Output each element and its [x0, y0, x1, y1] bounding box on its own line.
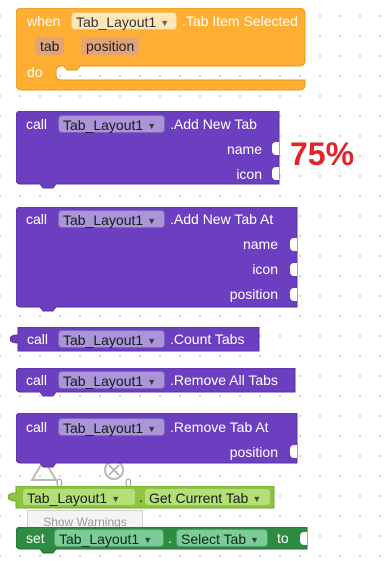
method-label: .Add New Tab At [170, 211, 274, 227]
chevron-down-icon: ▼ [147, 216, 157, 226]
param-position[interactable]: position [81, 37, 140, 55]
property-label: Select Tab [181, 531, 247, 547]
event-component-label: Tab_Layout1 [76, 14, 157, 30]
method-label: .Count Tabs [170, 331, 245, 347]
input-socket-name[interactable] [272, 142, 279, 155]
component-label: Tab_Layout1 [63, 117, 144, 133]
input-socket-position[interactable] [290, 445, 297, 458]
call-keyword: call [27, 331, 49, 347]
chevron-down-icon: ▼ [252, 494, 262, 504]
chevron-down-icon: ▼ [147, 377, 157, 387]
set-keyword: set [26, 530, 45, 546]
component-dropdown[interactable]: Tab_Layout1 ▼ [22, 488, 136, 506]
add-new-tab-at-block[interactable]: call Tab_Layout1 ▼ .Add New Tab At name i… [16, 207, 306, 315]
count-tabs-block[interactable]: call Tab_Layout1 ▼ .Count Tabs [10, 327, 264, 353]
call-keyword: call [26, 419, 48, 435]
component-label: Tab_Layout1 [63, 373, 144, 389]
arg-name-label: name [226, 141, 262, 157]
component-label: Tab_Layout1 [27, 490, 108, 506]
method-label: .Remove Tab At [170, 419, 269, 435]
chevron-down-icon: ▼ [147, 336, 157, 346]
call-keyword: call [26, 211, 48, 227]
component-label: Tab_Layout1 [59, 531, 140, 547]
component-dropdown[interactable]: Tab_Layout1 ▼ [58, 418, 165, 436]
component-label: Tab_Layout1 [63, 420, 144, 436]
add-new-tab-block[interactable]: call Tab_Layout1 ▼ .Add New Tab name icon [16, 111, 286, 191]
method-label: .Remove All Tabs [170, 372, 278, 388]
arg-icon-label: icon [252, 261, 278, 277]
chevron-down-icon: ▼ [147, 121, 157, 131]
get-current-tab-block[interactable]: Tab_Layout1 ▼ . Get Current Tab ▼ [8, 486, 280, 512]
do-keyword: do [27, 64, 43, 80]
when-keyword: when [27, 13, 61, 29]
method-label: .Add New Tab [170, 116, 257, 132]
input-socket-icon[interactable] [290, 263, 297, 276]
component-dropdown[interactable]: Tab_Layout1 ▼ [58, 371, 165, 389]
component-dropdown[interactable]: Tab_Layout1 ▼ [58, 210, 165, 228]
param-tab[interactable]: tab [35, 37, 65, 55]
call-keyword: call [26, 116, 48, 132]
component-dropdown[interactable]: Tab_Layout1 ▼ [58, 330, 165, 348]
call-keyword: call [26, 372, 48, 388]
dot-separator: . [139, 489, 143, 505]
arg-name-label: name [242, 236, 278, 252]
property-dropdown[interactable]: Select Tab ▼ [176, 529, 268, 547]
to-keyword: to [277, 530, 289, 546]
input-socket-position[interactable] [290, 288, 297, 301]
input-socket-to[interactable] [300, 532, 307, 545]
remove-all-tabs-block[interactable]: call Tab_Layout1 ▼ .Remove All Tabs [16, 368, 300, 398]
chevron-down-icon: ▼ [143, 535, 153, 545]
event-name-label: .Tab Item Selected [182, 13, 298, 29]
event-component-dropdown[interactable]: Tab_Layout1 ▼ [71, 12, 177, 30]
chevron-down-icon: ▼ [111, 494, 121, 504]
arg-icon-label: icon [236, 166, 262, 182]
chevron-down-icon: ▼ [250, 535, 260, 545]
input-socket-icon[interactable] [272, 167, 279, 180]
dot-separator: . [168, 530, 172, 546]
event-tab-item-selected-block[interactable]: when Tab_Layout1 ▼ .Tab Item Selected tab… [16, 8, 316, 92]
component-dropdown[interactable]: Tab_Layout1 ▼ [58, 115, 165, 133]
chevron-down-icon: ▼ [160, 18, 170, 28]
remove-tab-at-block[interactable]: call Tab_Layout1 ▼ .Remove Tab At positio… [16, 413, 306, 469]
property-label: Get Current Tab [149, 490, 249, 506]
property-dropdown[interactable]: Get Current Tab ▼ [144, 488, 271, 506]
progress-badge: 75% [290, 136, 355, 172]
component-dropdown[interactable]: Tab_Layout1 ▼ [54, 529, 164, 547]
input-socket-name[interactable] [290, 238, 297, 251]
component-label: Tab_Layout1 [63, 212, 144, 228]
component-label: Tab_Layout1 [63, 332, 144, 348]
arg-position-label: position [229, 286, 278, 302]
set-select-tab-block[interactable]: set Tab_Layout1 ▼ . Select Tab ▼ to [16, 527, 312, 555]
arg-position-label: position [229, 444, 278, 460]
chevron-down-icon: ▼ [147, 424, 157, 434]
